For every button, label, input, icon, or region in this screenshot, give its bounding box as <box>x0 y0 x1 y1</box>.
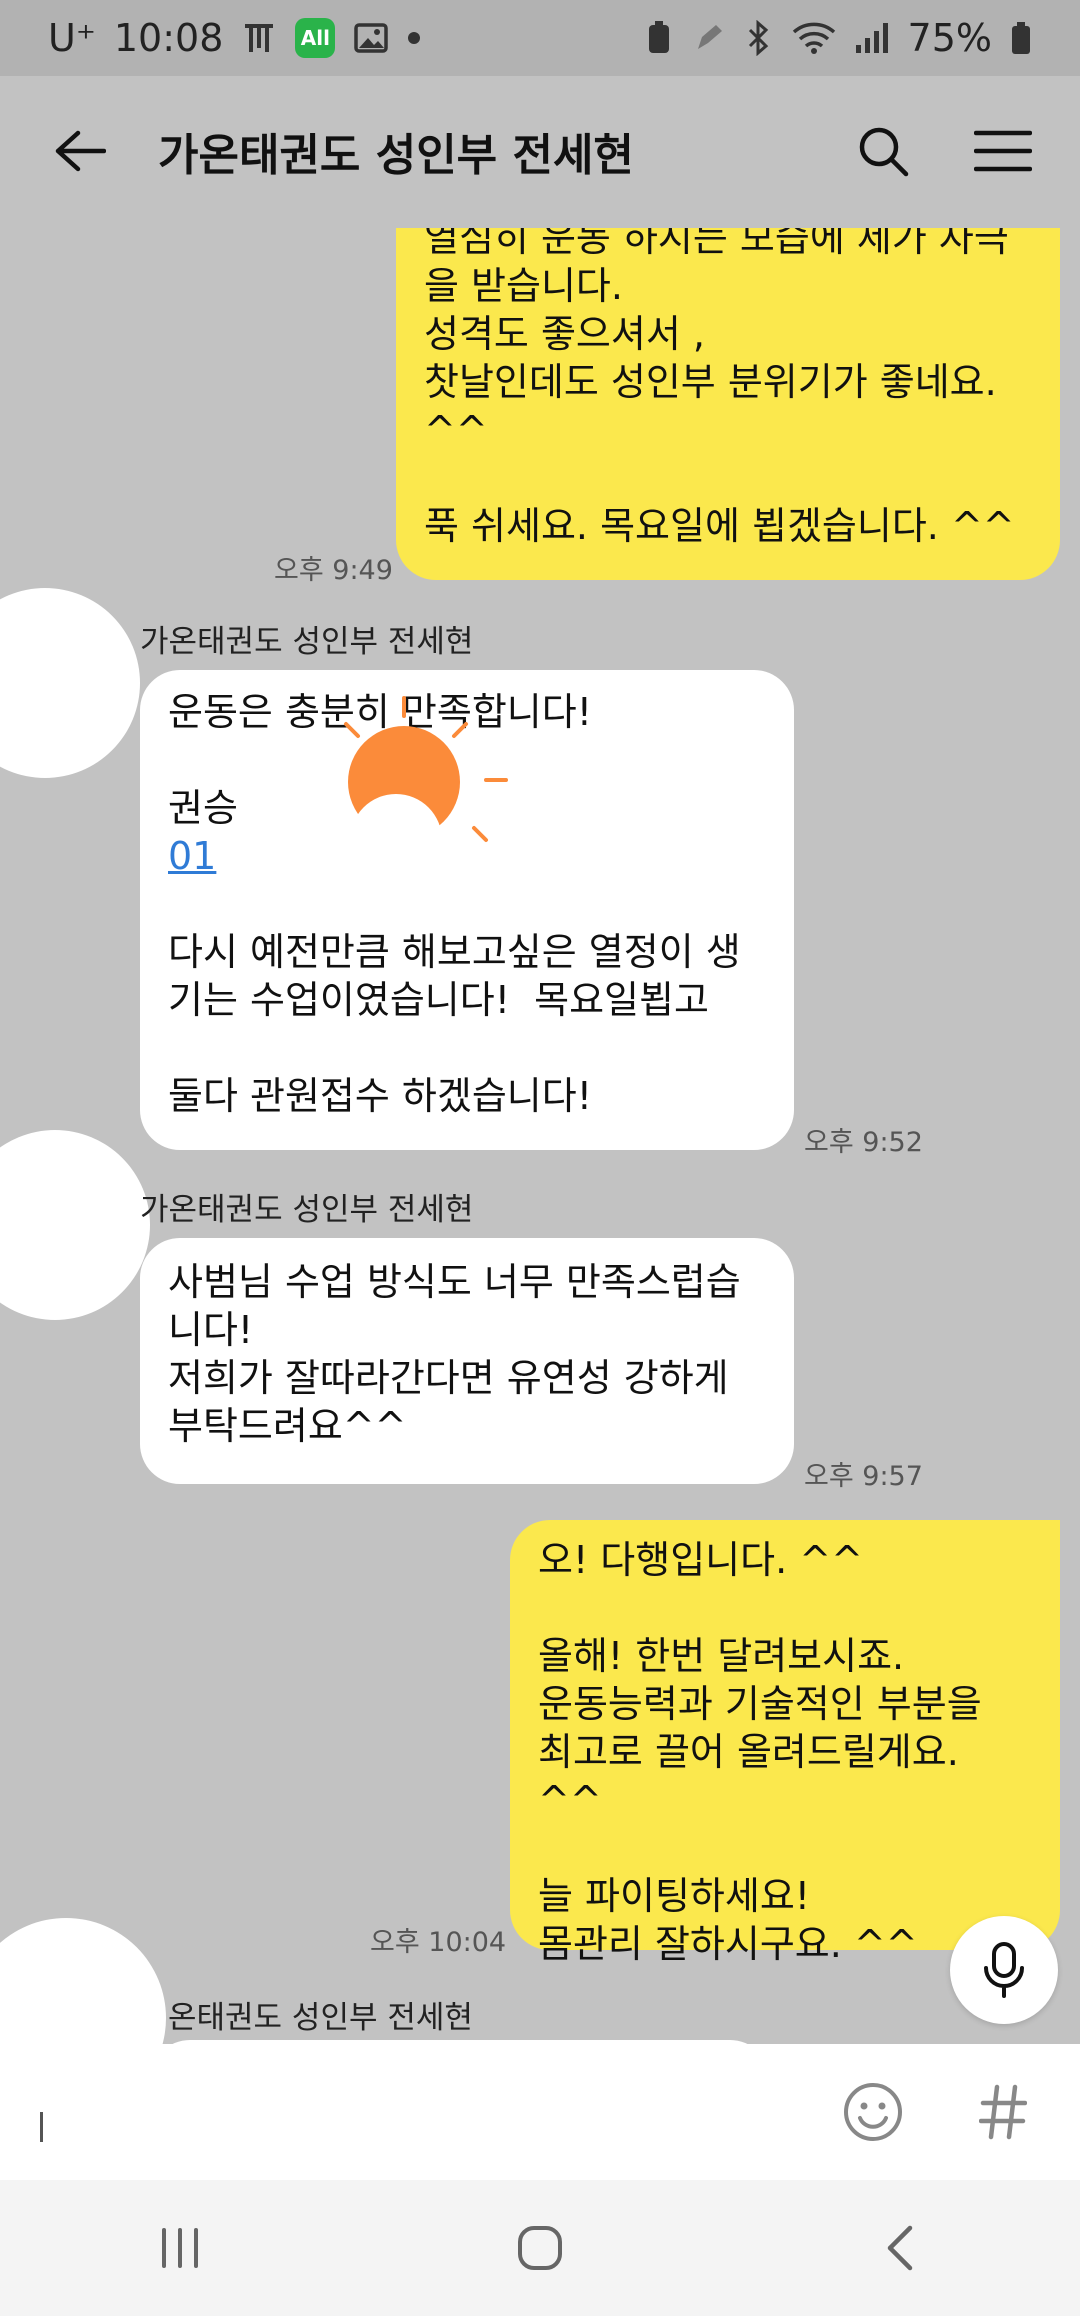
message-text: 다시 예전만큼 해보고싶은 열정이 생 기는 수업이였습니다! 목요일뵙고 둘다… <box>168 930 741 1118</box>
gallery-icon <box>353 20 389 56</box>
battery-percent: 75% <box>907 16 992 60</box>
message-input[interactable] <box>53 2072 836 2152</box>
page-title: 가온태권도 성인부 전세현 <box>158 130 634 181</box>
text-cursor <box>40 2112 43 2142</box>
microphone-icon <box>984 1942 1024 1998</box>
wifi-icon <box>792 20 836 56</box>
search-icon <box>859 127 909 177</box>
voice-input-button[interactable] <box>950 1916 1058 2024</box>
clock: 10:08 <box>113 16 224 60</box>
hamburger-menu-icon <box>974 130 1032 172</box>
signal-icon <box>854 21 890 55</box>
message-text: 열심히 운동 하시는 모습에 제가 자극 을 받습니다. 성격도 좋으셔서 , … <box>424 228 1015 548</box>
message-time: 오후 10:04 <box>370 1927 507 1958</box>
pen-icon <box>692 21 726 55</box>
battery-icon <box>1010 20 1032 56</box>
chevron-left-icon <box>887 2225 913 2271</box>
menu-button[interactable] <box>966 114 1040 188</box>
app-notification-icon: All <box>295 18 336 58</box>
home-button[interactable] <box>480 2198 600 2298</box>
battery-saver-icon <box>644 20 674 56</box>
back-button[interactable] <box>40 111 120 191</box>
back-nav-button[interactable] <box>840 2198 960 2298</box>
hashtag-button[interactable] <box>966 2075 1040 2149</box>
message-text: 사범님 수업 방식도 너무 만족스럽습 니다! 저희가 잘따라간다면 유연성 강… <box>168 1260 741 1448</box>
phone-link[interactable]: 01 <box>168 834 216 878</box>
t-app-icon <box>241 20 277 56</box>
recent-apps-button[interactable] <box>120 2198 240 2298</box>
emoticon-button[interactable] <box>836 2075 910 2149</box>
sun-sticker-icon <box>344 696 508 886</box>
hashtag-icon <box>979 2084 1027 2140</box>
message-bubble-incoming[interactable]: 사범님 수업 방식도 너무 만족스럽습 니다! 저희가 잘따라간다면 유연성 강… <box>140 1238 794 1484</box>
message-time: 오후 9:57 <box>804 1461 923 1492</box>
recent-apps-icon <box>162 2228 198 2268</box>
message-time: 오후 9:52 <box>804 1127 923 1158</box>
search-button[interactable] <box>846 114 920 188</box>
system-navigation-bar <box>0 2180 1080 2316</box>
sender-name: 가온태권도 성인부 전세현 <box>140 624 474 660</box>
sender-name: 온태권도 성인부 전세현 <box>168 2000 473 2036</box>
smiley-icon <box>844 2083 902 2141</box>
arrow-left-icon <box>55 130 106 172</box>
message-bubble-outgoing[interactable]: 열심히 운동 하시는 모습에 제가 자극 을 받습니다. 성격도 좋으셔서 , … <box>396 228 1060 580</box>
carrier-label: U⁺ <box>48 16 96 60</box>
dot-indicator-icon <box>407 31 421 45</box>
home-icon <box>518 2226 562 2270</box>
sender-name: 가온태권도 성인부 전세현 <box>140 1192 474 1228</box>
message-bubble-outgoing[interactable]: 오! 다행입니다. ^^ 올해! 한번 달려보시죠. 운동능력과 기술적인 부분… <box>510 1520 1060 1966</box>
message-text: 오! 다행입니다. ^^ 올해! 한번 달려보시죠. 운동능력과 기술적인 부분… <box>538 1538 982 1966</box>
status-bar: U⁺ 10:08 All 75% <box>0 0 1080 76</box>
chat-header: 가온태권도 성인부 전세현 <box>0 76 1080 226</box>
message-time: 오후 9:49 <box>274 555 393 586</box>
message-input-bar <box>0 2044 1080 2180</box>
bluetooth-icon <box>744 20 774 56</box>
